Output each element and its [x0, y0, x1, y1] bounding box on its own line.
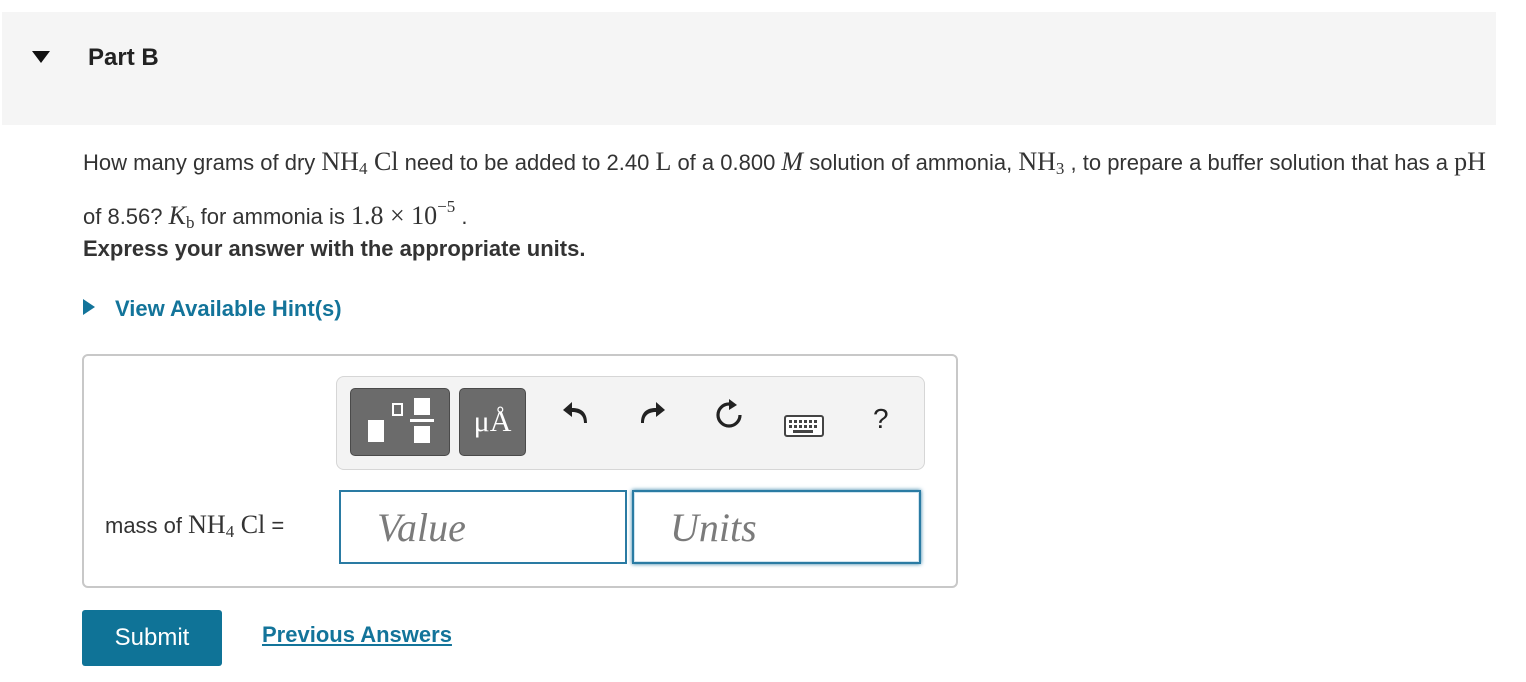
- template-block-icon: [368, 420, 384, 442]
- part-header[interactable]: [2, 12, 1496, 125]
- hint-label: View Available Hint(s): [115, 296, 342, 321]
- value-input[interactable]: Value: [339, 490, 627, 564]
- previous-answers-link[interactable]: Previous Answers: [262, 622, 452, 648]
- redo-icon[interactable]: [638, 401, 666, 425]
- collapse-caret-icon[interactable]: [32, 51, 50, 63]
- templates-button[interactable]: [350, 388, 450, 456]
- units-button[interactable]: μÅ: [459, 388, 526, 456]
- math-toolbar: μÅ ?: [336, 376, 925, 470]
- undo-icon[interactable]: [562, 401, 590, 425]
- template-exponent-icon: [392, 403, 403, 416]
- question-text: How many grams of dry NH4 Cl need to be …: [83, 147, 1486, 232]
- help-button[interactable]: ?: [873, 403, 889, 435]
- template-numerator-icon: [414, 398, 430, 415]
- answer-instruction: Express your answer with the appropriate…: [83, 236, 586, 261]
- answer-label: mass of NH4 Cl =: [105, 510, 285, 541]
- template-fraction-bar-icon: [410, 419, 434, 422]
- reset-icon[interactable]: [712, 398, 746, 432]
- template-denominator-icon: [414, 426, 430, 443]
- submit-button[interactable]: Submit: [82, 610, 222, 666]
- part-title: Part B: [88, 44, 159, 71]
- view-hints-link[interactable]: View Available Hint(s): [83, 296, 342, 322]
- expand-triangle-icon: [83, 299, 95, 315]
- units-input[interactable]: Units: [632, 490, 921, 564]
- keyboard-icon[interactable]: [784, 415, 824, 437]
